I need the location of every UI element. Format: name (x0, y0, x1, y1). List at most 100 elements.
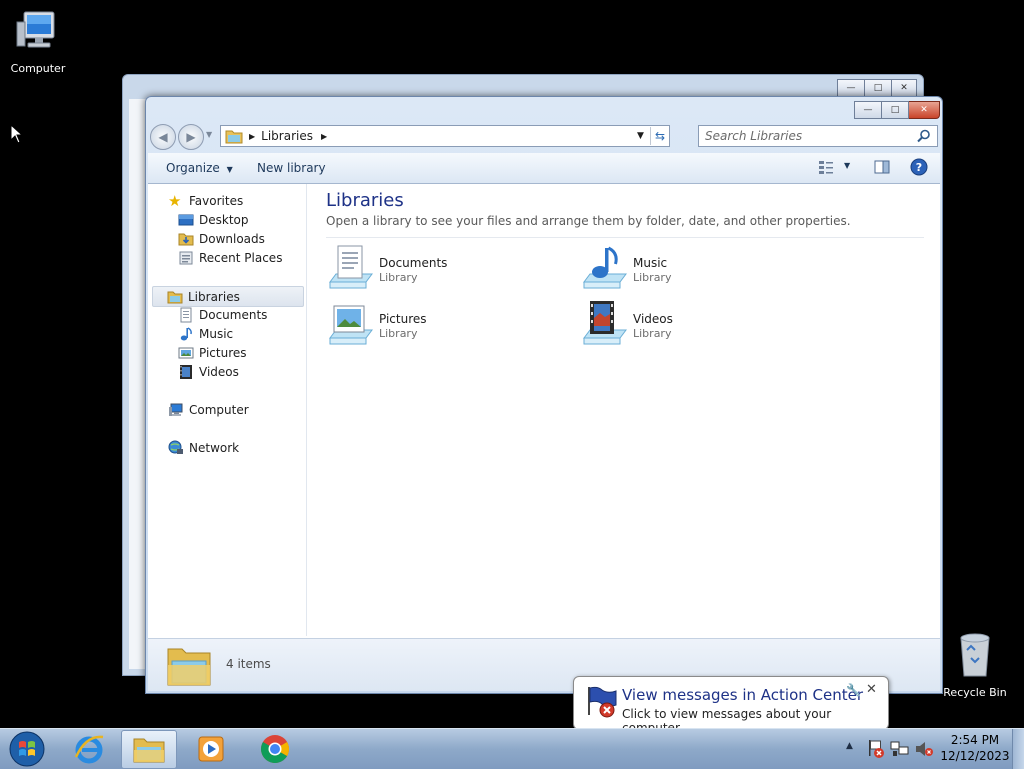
library-tile-pictures[interactable]: Pictures Library (326, 300, 566, 350)
nav-computer[interactable]: Computer (168, 400, 249, 419)
windows-explorer-icon (133, 738, 165, 762)
address-bar[interactable]: ▶ Libraries ▶ ▼ ⇆ (220, 125, 670, 147)
desktop-icon-computer[interactable]: Computer (0, 8, 76, 75)
close-button[interactable]: ✕ (892, 79, 917, 97)
videos-library-icon (583, 301, 627, 345)
page-subtitle: Open a library to see your files and arr… (326, 214, 851, 228)
library-kind: Library (379, 327, 418, 340)
refresh-icon[interactable]: ⇆ (651, 129, 669, 143)
wrench-icon[interactable]: 🔧 (846, 683, 861, 697)
nav-favorites[interactable]: ★ Favorites (168, 191, 243, 210)
search-input[interactable]: Search Libraries (698, 125, 938, 147)
command-bar: Organize ▼ New library ▼ ? (148, 153, 940, 184)
windows-media-player-icon (198, 736, 224, 761)
preview-pane-icon (874, 160, 890, 174)
svg-text:?: ? (916, 161, 922, 174)
back-button[interactable]: ◀ (150, 124, 176, 150)
maximize-button[interactable]: □ (865, 79, 892, 97)
explorer-content: ★ Favorites Desktop Downloads Recent Pla… (148, 184, 940, 691)
minimize-button[interactable]: — (854, 101, 882, 119)
pictures-icon (178, 347, 194, 358)
nav-label: Recent Places (199, 250, 283, 265)
caption-buttons: — □ ✕ (854, 101, 940, 119)
nav-item-pictures[interactable]: Pictures (178, 343, 247, 362)
action-center-notification[interactable]: View messages in Action Center Click to … (573, 676, 889, 739)
music-icon (180, 326, 192, 340)
desktop-icon-label: Computer (10, 62, 66, 75)
close-icon[interactable]: ✕ (866, 682, 877, 697)
library-tile-music[interactable]: Music Library (580, 244, 820, 294)
nav-item-documents[interactable]: Documents (178, 305, 267, 324)
new-library-button[interactable]: New library (257, 161, 326, 175)
action-center-flag-icon (588, 686, 617, 718)
nav-libraries[interactable]: Libraries (152, 286, 304, 307)
star-icon: ★ (168, 191, 182, 210)
close-button[interactable]: ✕ (909, 101, 940, 119)
recent-pages-dropdown-icon[interactable]: ▼ (206, 130, 212, 139)
nav-item-desktop[interactable]: Desktop (178, 210, 249, 229)
breadcrumb-separator-icon[interactable]: ▶ (321, 132, 327, 141)
minimize-button[interactable]: — (837, 79, 865, 97)
taskbar: ▲ 2:54 PM 12/12/2023 (0, 728, 1024, 769)
notification-title[interactable]: View messages in Action Center (622, 686, 863, 704)
clock-time: 2:54 PM (950, 733, 1000, 747)
downloads-folder-icon (178, 233, 194, 245)
breadcrumb-separator-icon[interactable]: ▶ (249, 132, 255, 141)
page-title: Libraries (326, 190, 404, 211)
volume-muted-tray-icon[interactable] (914, 740, 934, 758)
network-tray-icon[interactable] (890, 740, 910, 758)
back-arrow-icon: ◀ (158, 130, 168, 144)
breadcrumb-libraries[interactable]: Libraries (261, 129, 313, 143)
libraries-folder-icon (225, 130, 243, 144)
library-name: Documents (379, 256, 448, 270)
nav-item-videos[interactable]: Videos (178, 362, 239, 381)
help-button[interactable]: ? (910, 158, 928, 179)
organize-button[interactable]: Organize ▼ (166, 161, 233, 175)
library-tile-documents[interactable]: Documents Library (326, 244, 566, 294)
address-dropdown-icon[interactable]: ▼ (637, 131, 644, 141)
search-icon (917, 129, 930, 143)
nav-item-recent-places[interactable]: Recent Places (178, 248, 282, 267)
navigation-pane: ★ Favorites Desktop Downloads Recent Pla… (148, 184, 307, 636)
help-icon: ? (910, 158, 928, 176)
nav-item-downloads[interactable]: Downloads (178, 229, 265, 248)
library-kind: Library (633, 327, 672, 340)
recycle-bin-icon (960, 633, 990, 677)
preview-pane-button[interactable] (874, 159, 890, 178)
maximize-button[interactable]: □ (882, 101, 909, 119)
desktop-icon (178, 214, 194, 225)
taskbar-internet-explorer[interactable] (62, 730, 116, 767)
change-view-button[interactable] (818, 159, 834, 178)
library-name: Pictures (379, 312, 427, 326)
library-tile-videos[interactable]: Videos Library (580, 300, 820, 350)
start-button[interactable] (0, 730, 54, 767)
show-hidden-icons-button[interactable]: ▲ (846, 741, 853, 751)
libraries-icon (167, 291, 183, 303)
music-library-icon (583, 246, 627, 289)
nav-label: Downloads (199, 231, 265, 246)
internet-explorer-icon (74, 735, 104, 763)
videos-icon (180, 364, 192, 379)
computer-icon (16, 11, 55, 48)
nav-label: Videos (199, 364, 239, 379)
taskbar-windows-media-player[interactable] (184, 730, 238, 767)
library-name: Videos (633, 312, 673, 326)
desktop-icon-recycle-bin[interactable]: Recycle Bin (937, 630, 1013, 699)
computer-icon (169, 403, 183, 416)
nav-label: Music (199, 326, 234, 341)
system-clock[interactable]: 2:54 PM 12/12/2023 (940, 733, 1010, 763)
desktop-icon-label: Recycle Bin (943, 686, 1007, 699)
recent-places-icon (179, 251, 193, 264)
explorer-window[interactable]: — □ ✕ ◀ ▶ ▼ ▶ Libraries ▶ ▼ ⇆ Search Lib… (145, 96, 943, 694)
action-center-tray-icon[interactable] (866, 739, 886, 759)
google-chrome-icon (261, 734, 289, 763)
taskbar-windows-explorer[interactable] (121, 730, 177, 769)
view-dropdown-icon[interactable]: ▼ (844, 161, 850, 170)
taskbar-google-chrome[interactable] (248, 730, 302, 767)
nav-item-music[interactable]: Music (178, 324, 233, 343)
nav-network[interactable]: Network (168, 438, 239, 457)
forward-button[interactable]: ▶ (178, 124, 204, 150)
show-desktop-button[interactable] (1012, 729, 1024, 769)
mouse-cursor-icon (10, 124, 24, 144)
navigation-bar: ◀ ▶ ▼ ▶ Libraries ▶ ▼ ⇆ Search Libraries (150, 121, 938, 151)
